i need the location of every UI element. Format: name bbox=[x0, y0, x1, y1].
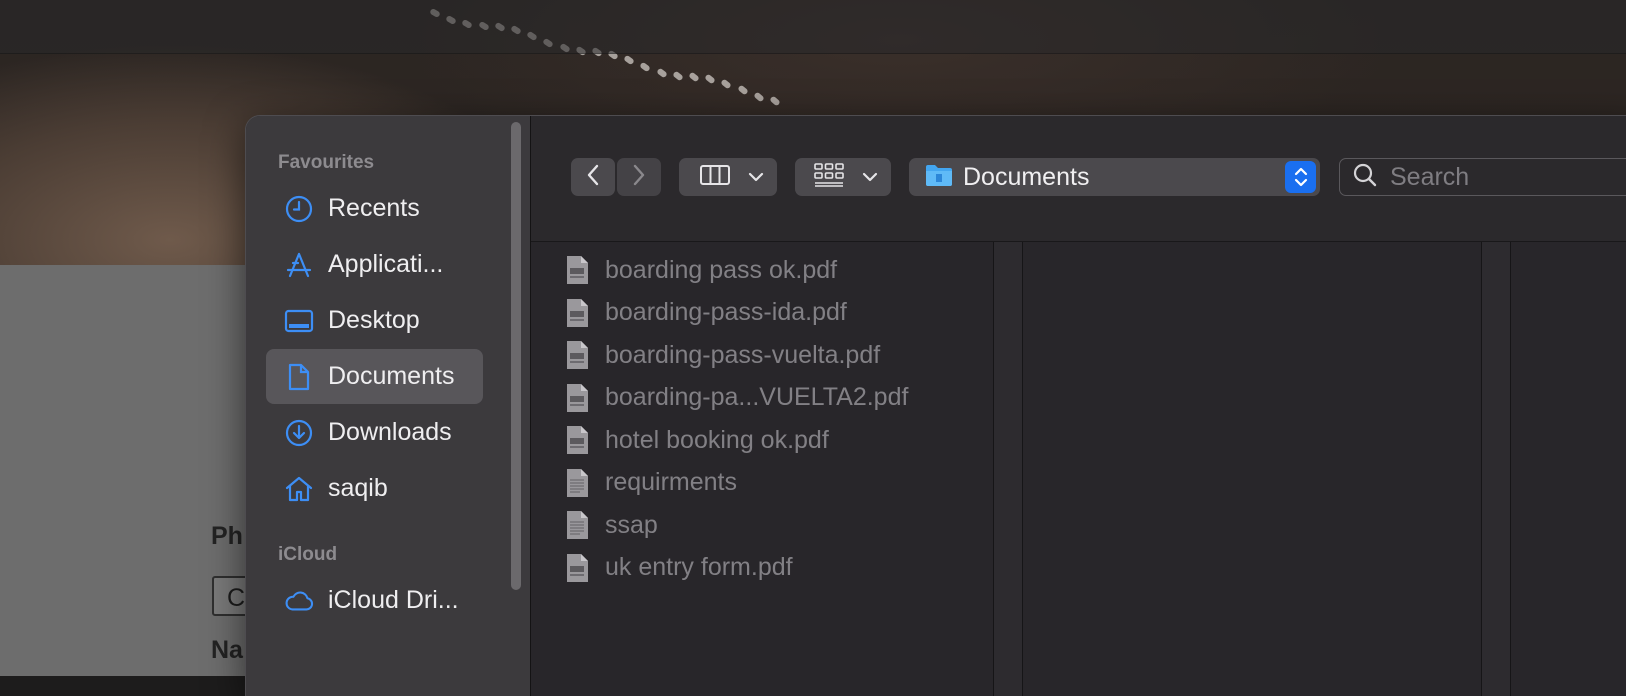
sidebar-item-label: Applicati... bbox=[328, 250, 444, 278]
column-browser: boarding pass ok.pdf boarding-pass-ida.pd… bbox=[531, 242, 1626, 696]
sidebar-item-desktop[interactable]: Desktop bbox=[266, 293, 483, 348]
sidebar-item-downloads[interactable]: Downloads bbox=[266, 405, 483, 460]
open-file-dialog: Favourites Recents Applicati... Desktop … bbox=[246, 116, 1626, 696]
background-top-bar bbox=[0, 0, 1626, 54]
chevron-down-icon bbox=[747, 167, 765, 192]
sidebar-item-label: Documents bbox=[328, 362, 455, 390]
back-button[interactable] bbox=[571, 158, 615, 196]
pdf-file-icon bbox=[565, 383, 589, 413]
columns-view-icon bbox=[699, 163, 731, 192]
file-row[interactable]: boarding pass ok.pdf bbox=[565, 248, 837, 292]
chevron-down-icon bbox=[861, 167, 879, 192]
cloud-icon bbox=[284, 586, 314, 616]
sidebar-item-applications[interactable]: Applicati... bbox=[266, 237, 483, 292]
collar-stud bbox=[704, 73, 717, 85]
toolbar: Documents Search bbox=[531, 116, 1626, 242]
collar-stud bbox=[623, 54, 636, 66]
sidebar-item-documents[interactable]: Documents bbox=[266, 349, 483, 404]
view-mode-columns-button[interactable] bbox=[679, 158, 777, 196]
pdf-file-icon bbox=[565, 255, 589, 285]
sidebar-item-saqib[interactable]: saqib bbox=[266, 461, 483, 516]
file-row[interactable]: ssap bbox=[565, 503, 658, 547]
background-field-label-phone: Ph bbox=[211, 522, 243, 550]
column-resize-handle[interactable] bbox=[994, 242, 1022, 696]
column-divider bbox=[1022, 242, 1023, 696]
clock-icon bbox=[284, 194, 314, 224]
search-field[interactable]: Search bbox=[1339, 158, 1626, 196]
pdf-file-icon bbox=[565, 340, 589, 370]
collar-stud bbox=[769, 94, 781, 107]
sidebar-scrollbar[interactable] bbox=[511, 122, 521, 590]
desktop-icon bbox=[284, 306, 314, 336]
document-icon bbox=[284, 362, 314, 392]
search-icon bbox=[1352, 162, 1378, 193]
file-row[interactable]: requirments bbox=[565, 461, 737, 505]
view-mode-icons-button[interactable] bbox=[795, 158, 891, 196]
chevron-right-icon bbox=[631, 163, 647, 192]
file-name: boarding-pass-ida.pdf bbox=[605, 298, 847, 326]
forward-button[interactable] bbox=[617, 158, 661, 196]
file-name: ssap bbox=[605, 510, 658, 539]
collar-stud bbox=[639, 61, 652, 73]
collar-stud bbox=[688, 71, 700, 83]
file-name: requirments bbox=[605, 468, 737, 496]
text-file-icon bbox=[565, 510, 589, 540]
sidebar-item-label: saqib bbox=[328, 474, 388, 502]
file-row[interactable]: hotel booking ok.pdf bbox=[565, 418, 829, 462]
file-name: boarding-pa...VUELTA2.pdf bbox=[605, 383, 909, 411]
collar-stud bbox=[753, 91, 765, 103]
sidebar-section-icloud: iCloud bbox=[278, 544, 338, 565]
sidebar-item-label: Downloads bbox=[328, 418, 452, 446]
location-popup-button[interactable]: Documents bbox=[909, 158, 1320, 196]
location-label: Documents bbox=[963, 162, 1090, 191]
sidebar-item-label: iCloud Dri... bbox=[328, 586, 459, 614]
sidebar-item-label: Desktop bbox=[328, 306, 420, 334]
background-field-label-name: Na bbox=[211, 636, 243, 664]
file-name: boarding-pass-vuelta.pdf bbox=[605, 340, 881, 369]
collar-stud bbox=[672, 70, 684, 82]
pdf-file-icon bbox=[565, 298, 589, 328]
text-file-icon bbox=[565, 468, 589, 498]
file-row[interactable]: boarding-pass-ida.pdf bbox=[565, 291, 847, 335]
column-resize-handle[interactable] bbox=[1482, 242, 1510, 696]
grid-view-icon bbox=[813, 162, 845, 193]
home-icon bbox=[284, 474, 314, 504]
collar-stud bbox=[655, 67, 668, 79]
sidebar-item-label: Recents bbox=[328, 194, 420, 222]
folder-icon bbox=[925, 163, 953, 192]
file-row[interactable]: boarding-pa...VUELTA2.pdf bbox=[565, 376, 908, 420]
pdf-file-icon bbox=[565, 425, 589, 455]
sidebar-item-recents[interactable]: Recents bbox=[266, 181, 483, 236]
applications-icon bbox=[284, 250, 314, 280]
download-icon bbox=[284, 418, 314, 448]
search-placeholder: Search bbox=[1390, 162, 1470, 191]
collar-stud bbox=[720, 78, 733, 90]
pdf-file-icon bbox=[565, 553, 589, 583]
chevron-left-icon bbox=[585, 163, 601, 192]
file-name: hotel booking ok.pdf bbox=[605, 425, 829, 454]
sidebar-item-icloud-drive[interactable]: iCloud Dri... bbox=[266, 573, 483, 628]
file-row[interactable]: uk entry form.pdf bbox=[565, 546, 793, 590]
up-down-chevron-icon bbox=[1285, 161, 1316, 193]
column-divider bbox=[1510, 242, 1511, 696]
sidebar: Favourites Recents Applicati... Desktop … bbox=[246, 116, 531, 696]
sidebar-section-favourites: Favourites bbox=[278, 152, 375, 173]
collar-stud bbox=[736, 84, 749, 96]
file-row[interactable]: boarding-pass-vuelta.pdf bbox=[565, 333, 880, 377]
file-name: boarding pass ok.pdf bbox=[605, 255, 838, 284]
file-name: uk entry form.pdf bbox=[605, 553, 793, 581]
